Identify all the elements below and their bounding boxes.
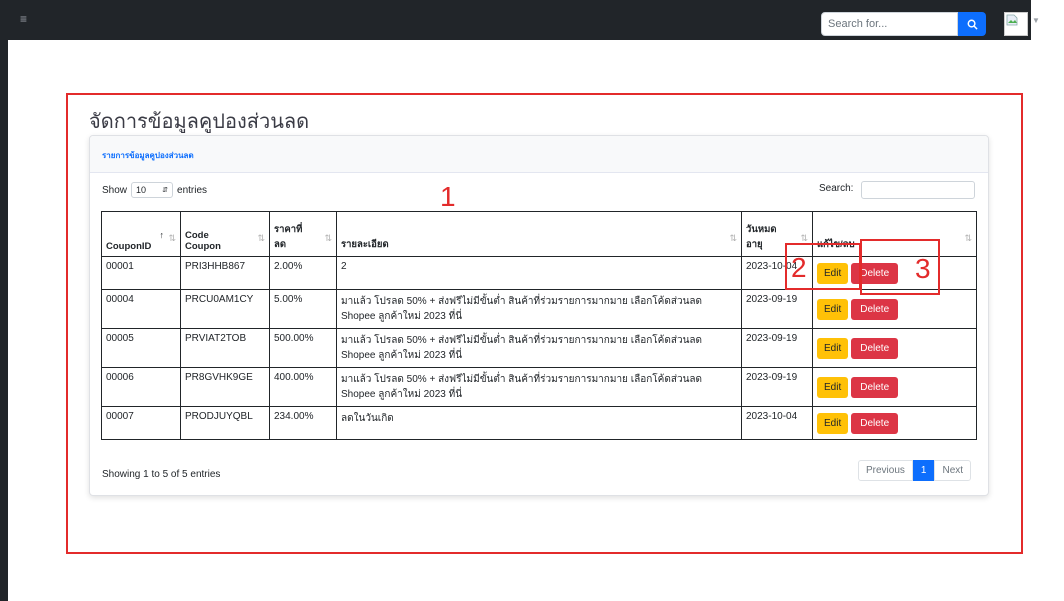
search-input[interactable]: [821, 12, 958, 36]
annotation-label-3: 3: [915, 253, 931, 284]
annotation-label-1: 1: [440, 181, 456, 212]
annotation-label-2: 2: [791, 252, 807, 283]
search-icon: [967, 19, 978, 30]
sidebar: [0, 0, 8, 601]
broken-image-icon: [1006, 14, 1018, 26]
top-navbar: ≡: [0, 0, 1031, 40]
avatar[interactable]: [1004, 12, 1028, 36]
chevron-down-icon[interactable]: ▼: [1032, 16, 1040, 25]
annotation-box-1: [66, 93, 1023, 554]
search-button[interactable]: [958, 12, 986, 36]
hamburger-icon[interactable]: ≡: [20, 13, 30, 25]
page-right-margin: [1031, 0, 1064, 601]
